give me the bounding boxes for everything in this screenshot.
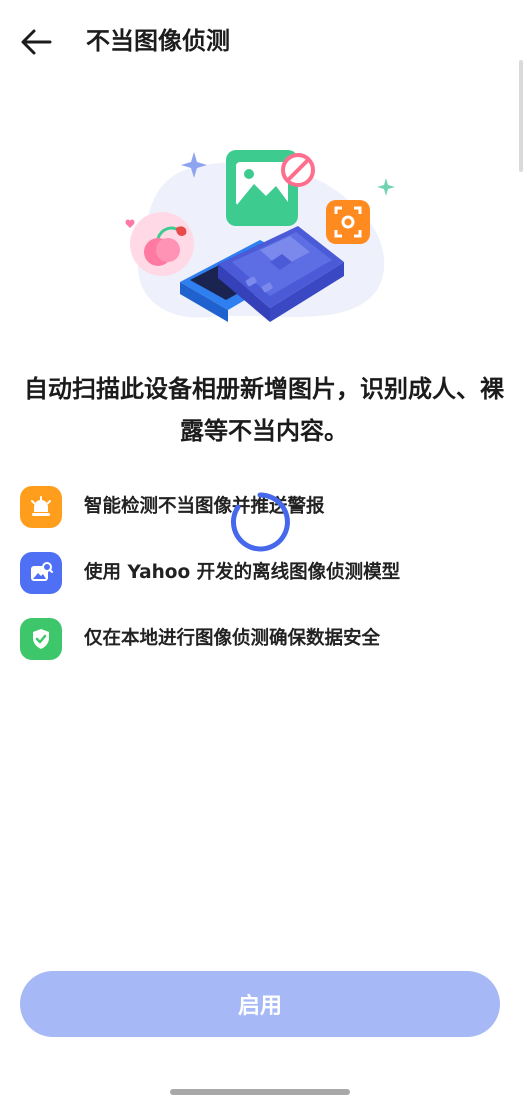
- back-button[interactable]: [14, 22, 58, 62]
- alarm-siren-icon: [20, 486, 62, 528]
- shield-check-icon: [20, 618, 62, 660]
- app-header: 不当图像侦测: [0, 0, 527, 84]
- prohibit-badge: [281, 153, 315, 187]
- heart-icon: [125, 219, 135, 228]
- page-title: 不当图像侦测: [86, 27, 230, 55]
- feature-item-security: 仅在本地进行图像侦测确保数据安全: [20, 606, 500, 672]
- arrow-left-icon: [21, 29, 52, 55]
- face-scan-badge: [326, 200, 370, 244]
- feature-text: 仅在本地进行图像侦测确保数据安全: [84, 628, 381, 649]
- feature-text: 使用 Yahoo 开发的离线图像侦测模型: [84, 562, 401, 583]
- device-scan-illustration: [110, 132, 400, 352]
- feature-description: 自动扫描此设备相册新增图片，识别成人、裸露等不当内容。: [24, 375, 504, 445]
- loading-spinner-icon: [229, 491, 291, 553]
- peach-bubble: [125, 212, 194, 276]
- image-search-icon: [20, 552, 62, 594]
- sparkle-icon: [377, 178, 395, 196]
- home-indicator: [170, 1089, 350, 1095]
- enable-button[interactable]: 启用: [20, 971, 500, 1037]
- scrollbar[interactable]: [519, 60, 523, 172]
